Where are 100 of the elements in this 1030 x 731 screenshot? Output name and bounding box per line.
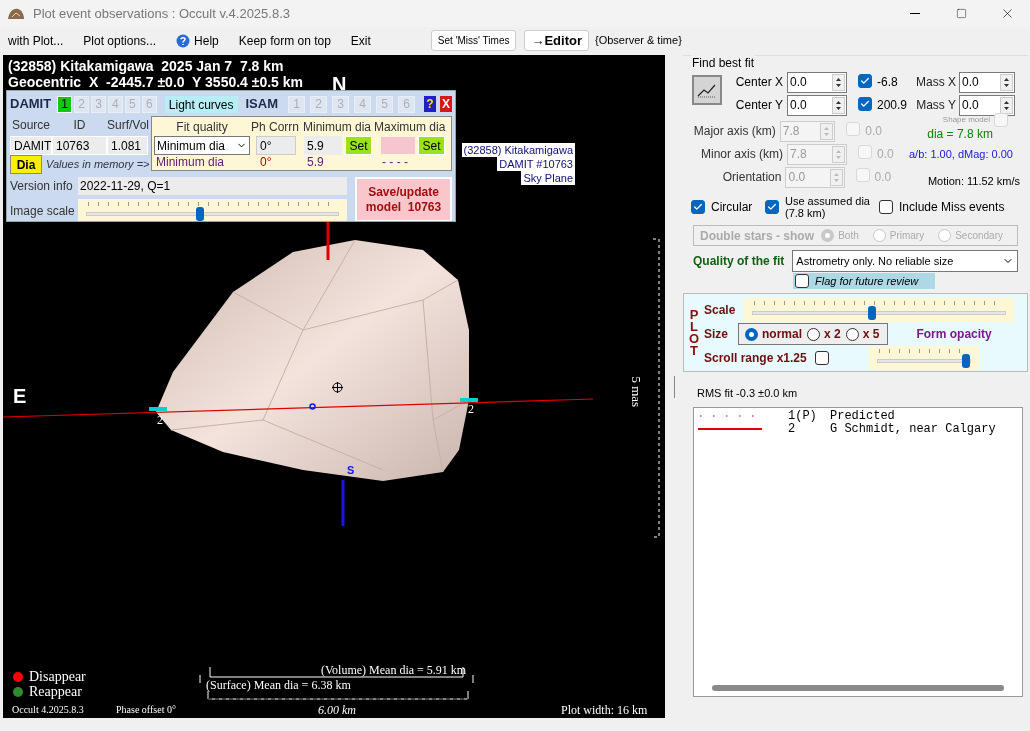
number-spinner[interactable]: 0.0 [959,94,1015,116]
parameter-label: Minor axis (km) [700,146,784,163]
legend-label: Reappear [29,684,82,699]
checkbox[interactable] [858,97,872,111]
number-spinner[interactable]: 0.0 [787,94,847,116]
rms-fit-label: RMS fit -0.3 ±0.0 km [697,386,799,401]
slider-thumb[interactable] [196,207,205,221]
plot-width-label: Plot width: 16 km [561,702,648,718]
observer-time-label: {Observer & time} [595,33,682,49]
radio-label: Secondary [955,229,1003,243]
image-scale-slider[interactable] [78,199,347,221]
close-button[interactable]: X [440,96,453,112]
surf-vol-value: 1.081 [107,136,148,155]
angular-scale-label: 5 mas [628,376,646,408]
ab-info: a/b: 1.00, dMag: 0.00 [909,146,1013,162]
quality-label: Quality of the fit [693,253,785,270]
help-button[interactable]: ? [424,96,436,112]
plot-vertical-label: L [690,320,698,333]
surface-dia-label: (Surface) Mean dia = 6.38 km [206,679,351,692]
memory-fit-quality: Minimum dia [155,155,225,169]
save-model-button[interactable]: Save/update model 10763 [355,177,452,221]
memory-min-dia: 5.9 [306,155,325,169]
east-label: E [13,384,27,409]
radio-button[interactable] [807,327,820,341]
checkbox[interactable] [858,74,872,88]
plot-vertical-label: O [688,332,700,345]
spinner-value: 0.0 [961,74,980,91]
number-spinner[interactable]: 0.0 [787,71,847,93]
id-label: ID [72,117,87,134]
light-curves-button[interactable]: Light curves [164,95,238,113]
version-info-field[interactable]: 2022-11-29, Q=1 [78,177,347,195]
checkmark-icon [860,76,870,86]
menu-item[interactable]: Help [170,31,225,50]
quality-value: Astrometry only. No reliable size [796,253,955,269]
slider-thumb[interactable] [867,306,876,320]
fit-result-value: 200.9 [877,97,909,114]
max-dia-field[interactable] [381,137,415,154]
parameter-label: Major axis (km) [692,123,777,140]
splitter-handle[interactable] [673,375,675,398]
volume-dia-label: (Volume) Mean dia = 5.91 km [321,664,467,677]
north-axis-line [326,220,330,260]
radio-label: Both [838,229,859,243]
radio-label: x 5 [862,326,880,343]
checkbox[interactable] [879,200,893,214]
radio-button[interactable] [745,327,758,341]
reappear-marker-icon [460,396,478,404]
observer-list[interactable]: 1(P) Predicted 2 G Schmidt, near Calgary [693,406,1023,697]
dia-button[interactable]: Dia [10,155,42,174]
flag-label: Flag for future review [815,273,919,289]
model-button[interactable]: 1 [57,95,73,113]
spinner-arrows-icon [832,145,845,163]
menu-item[interactable]: with Plot... [2,31,70,50]
quality-dropdown[interactable]: Astrometry only. No reliable size [792,250,1018,272]
solid-line-icon [698,426,762,432]
checkbox[interactable] [814,351,829,365]
spinner-arrows-icon [820,122,834,140]
maximize-icon [955,8,967,19]
opacity-slider[interactable] [868,346,979,370]
spinner-arrows-icon [829,168,843,186]
dia-info: dia = 7.8 km [927,126,993,143]
set-max-dia-button[interactable]: Set [418,136,445,155]
menu-item[interactable]: Plot options... [77,31,163,50]
fit-quality-dropdown[interactable]: Minimum dia [154,136,250,155]
fit-chart-button[interactable] [692,75,722,105]
center-crosshair-icon [332,382,343,393]
menu-item[interactable]: Keep form on top [232,31,337,50]
set-min-dia-button[interactable]: Set [345,136,372,155]
help-icon [176,33,191,48]
source-label: Source [11,117,51,134]
form-opacity-label: Form opacity [916,326,992,343]
fit-quality-label: Fit quality [175,119,229,136]
mass-label: Mass Y [915,97,957,114]
ph-corr-label: Ph Corrn [250,119,300,136]
min-dia-field[interactable]: 5.9 [304,136,342,155]
scale-slider[interactable] [744,298,1014,322]
slider-thumb[interactable] [961,354,970,368]
checkbox[interactable] [691,200,705,214]
spinner-value: 0.0 [787,169,807,186]
phase-offset-label: Phase offset 0° [116,703,176,717]
plot-header-text: (32858) Kitakamigawa 2025 Jan 7 7.8 km [8,58,285,74]
radio-button[interactable] [845,327,859,341]
toolbar-button[interactable]: →Editor [524,30,589,51]
checkmark-icon [693,202,703,212]
ph-corr-field[interactable]: 0° [256,136,296,155]
parameter-label: Center Y [734,97,784,114]
checkbox[interactable] [795,274,809,288]
app-icon [7,6,25,21]
observer-name: Predicted [830,409,895,423]
center-point-icon [309,403,316,410]
radio-label: normal [762,326,802,343]
toolbar-button[interactable]: Set 'Miss' Times [430,30,517,51]
damit-label: DAMIT [10,95,52,114]
shape-model-label: Shape model [942,114,990,126]
scale-bar-label: 6.00 km [318,702,356,718]
horizontal-scrollbar[interactable] [712,684,1004,691]
menu-item[interactable]: Exit [344,31,377,50]
number-spinner[interactable]: 0.0 [959,71,1015,93]
observer-number: 2 [788,422,796,436]
spinner-arrows-icon [832,96,845,114]
checkbox[interactable] [765,200,779,214]
